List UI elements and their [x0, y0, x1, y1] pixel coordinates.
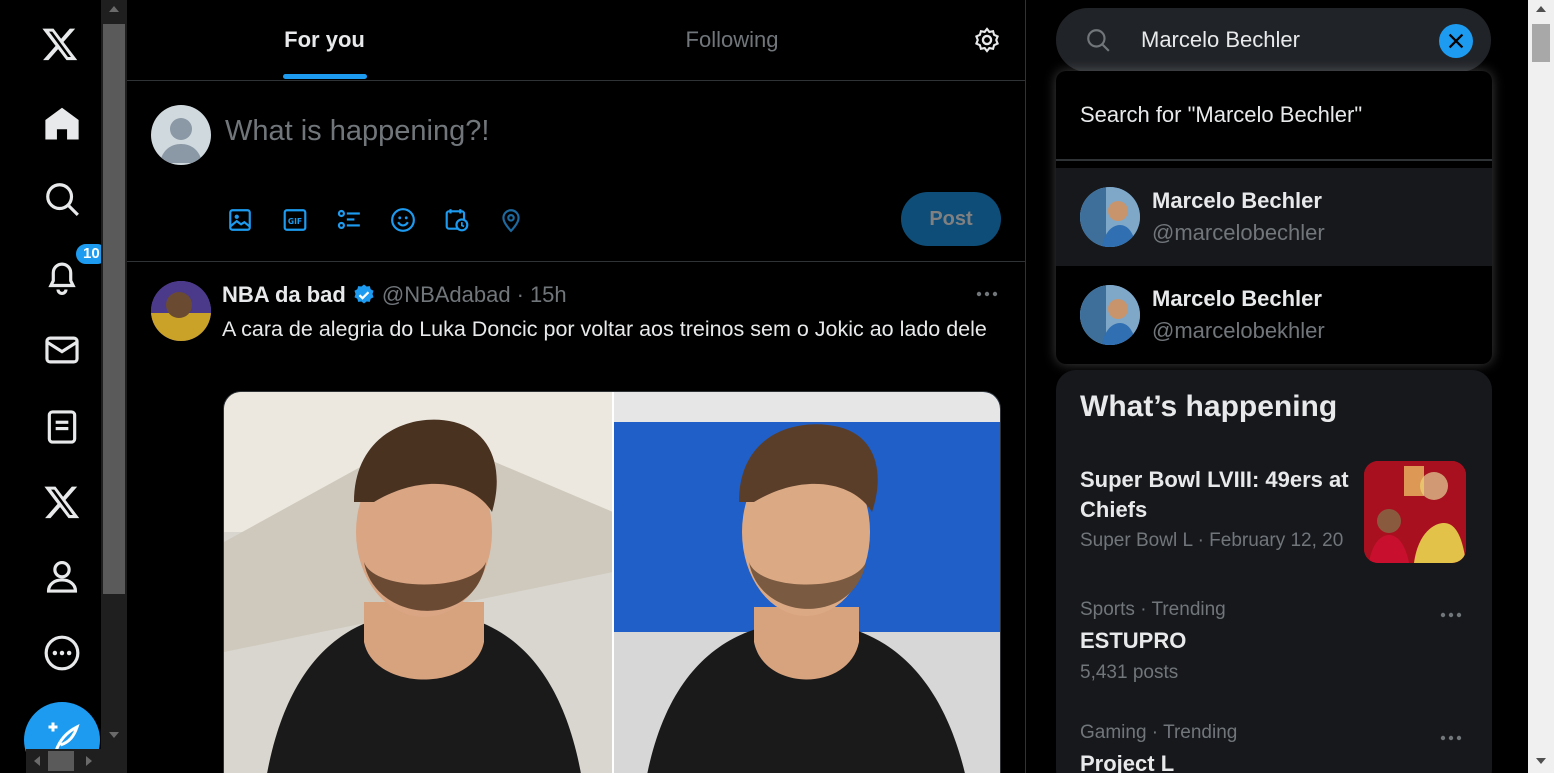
tweet-header: NBA da bad @NBAdabad · 15h — [222, 282, 567, 308]
trend-post-count: 5,431 posts — [1080, 662, 1179, 683]
tweet-more-options-button[interactable] — [972, 282, 1002, 306]
location-icon[interactable] — [496, 205, 526, 235]
search-result-avatar — [1080, 285, 1140, 345]
post-button[interactable]: Post — [901, 192, 1001, 246]
search-suggestions-dropdown: Search for "Marcelo Bechler" Marcelo Bec… — [1056, 71, 1492, 364]
trend-meta: Gaming · Trending — [1080, 722, 1238, 743]
nav-scrollbar[interactable] — [101, 0, 127, 773]
trend-thumbnail-image — [1364, 461, 1466, 563]
search-box[interactable]: Marcelo Bechler — [1056, 8, 1491, 72]
page-scrollbar[interactable] — [1528, 0, 1554, 773]
tweet-card[interactable]: NBA da bad @NBAdabad · 15h A cara de ale… — [127, 262, 1025, 773]
scroll-up-arrow-icon[interactable] — [1536, 6, 1546, 12]
search-for-query-option[interactable]: Search for "Marcelo Bechler" — [1056, 71, 1492, 161]
search-result-name: Marcelo Bechler — [1152, 286, 1322, 311]
more-circle-icon[interactable] — [24, 625, 100, 681]
trend-title: Super Bowl LVIII: 49ers at Chiefs — [1080, 467, 1349, 522]
tweet-author-handle[interactable]: @NBAdabad — [382, 282, 511, 308]
scroll-down-arrow-icon[interactable] — [109, 732, 119, 738]
trend-more-options-button[interactable] — [1436, 728, 1466, 748]
messages-envelope-icon[interactable] — [24, 322, 100, 378]
clear-search-button[interactable] — [1439, 24, 1473, 58]
trend-title: ESTUPRO — [1080, 628, 1187, 653]
whats-happening-title: What’s happening — [1080, 390, 1338, 423]
timeline-settings-button[interactable] — [967, 20, 1007, 60]
tab-following-label: Following — [685, 27, 779, 52]
gif-icon[interactable]: GIF — [280, 205, 310, 235]
search-result-avatar — [1080, 187, 1140, 247]
gear-icon — [975, 27, 999, 53]
more-dots-icon — [1440, 735, 1462, 741]
tab-for-you-label: For you — [284, 27, 365, 52]
search-result-handle: @marcelobekhler — [1152, 318, 1325, 343]
svg-text:GIF: GIF — [288, 217, 302, 226]
tweet-author-name[interactable]: NBA da bad — [222, 282, 346, 308]
tweet-timestamp[interactable]: 15h — [530, 282, 567, 308]
scroll-down-arrow-icon[interactable] — [1536, 758, 1546, 764]
more-dots-icon — [976, 291, 998, 297]
verified-badge-icon — [354, 284, 374, 304]
active-tab-indicator — [283, 74, 367, 79]
search-result-user[interactable]: Marcelo Bechler @marcelobekhler — [1056, 266, 1492, 364]
profile-person-icon[interactable] — [24, 548, 100, 604]
trend-meta: Super Bowl L · February 12, 20 — [1080, 530, 1344, 551]
user-avatar[interactable] — [151, 105, 211, 165]
emoji-icon[interactable] — [388, 205, 418, 235]
scroll-right-arrow-icon[interactable] — [86, 756, 92, 766]
search-result-name: Marcelo Bechler — [1152, 188, 1322, 213]
timeline-tabs: For you Following — [127, 0, 1025, 81]
tab-for-you[interactable]: For you — [127, 0, 522, 80]
tweet-text: A cara de alegria do Luka Doncic por vol… — [222, 317, 987, 341]
main-timeline: For you Following What is happening?! GI… — [127, 0, 1026, 773]
home-icon[interactable] — [24, 96, 100, 152]
horizontal-scrollbar[interactable] — [26, 749, 101, 773]
horizontal-scrollbar-thumb[interactable] — [48, 751, 74, 771]
search-icon — [1087, 29, 1110, 52]
compose-text-input[interactable]: What is happening?! — [225, 115, 489, 148]
search-icon[interactable] — [24, 171, 100, 227]
search-result-handle: @marcelobechler — [1152, 220, 1325, 245]
image-icon[interactable] — [225, 205, 255, 235]
schedule-icon[interactable] — [442, 205, 472, 235]
notifications-bell-icon[interactable]: 10 — [24, 242, 109, 304]
more-dots-icon — [1440, 612, 1462, 618]
page-scrollbar-thumb[interactable] — [1532, 24, 1550, 62]
post-composer: What is happening?! GIF Post — [127, 81, 1025, 262]
tab-following[interactable]: Following — [522, 0, 942, 80]
search-input[interactable]: Marcelo Bechler — [1141, 9, 1300, 71]
poll-icon[interactable] — [334, 205, 364, 235]
trend-more-options-button[interactable] — [1436, 605, 1466, 625]
left-navigation: 10 — [0, 0, 109, 773]
right-sidebar: Marcelo Bechler Search for "Marcelo Bech… — [1026, 0, 1528, 773]
scroll-left-arrow-icon[interactable] — [34, 756, 40, 766]
scrollbar-thumb[interactable] — [103, 24, 125, 594]
scroll-up-arrow-icon[interactable] — [109, 6, 119, 12]
search-result-user[interactable]: Marcelo Bechler @marcelobechler — [1056, 168, 1492, 266]
whats-happening-panel: What’s happening Super Bowl LVIII: 49ers… — [1056, 370, 1492, 773]
trend-title: Project L — [1080, 751, 1175, 773]
tweet-separator: · — [516, 282, 524, 307]
close-icon — [1448, 33, 1464, 49]
lists-icon[interactable] — [24, 399, 100, 455]
premium-x-icon[interactable] — [24, 474, 100, 530]
tweet-author-avatar[interactable] — [151, 281, 211, 341]
trend-meta: Sports · Trending — [1080, 599, 1226, 620]
tweet-media-image[interactable] — [223, 391, 1001, 773]
x-logo-icon[interactable] — [22, 16, 98, 72]
